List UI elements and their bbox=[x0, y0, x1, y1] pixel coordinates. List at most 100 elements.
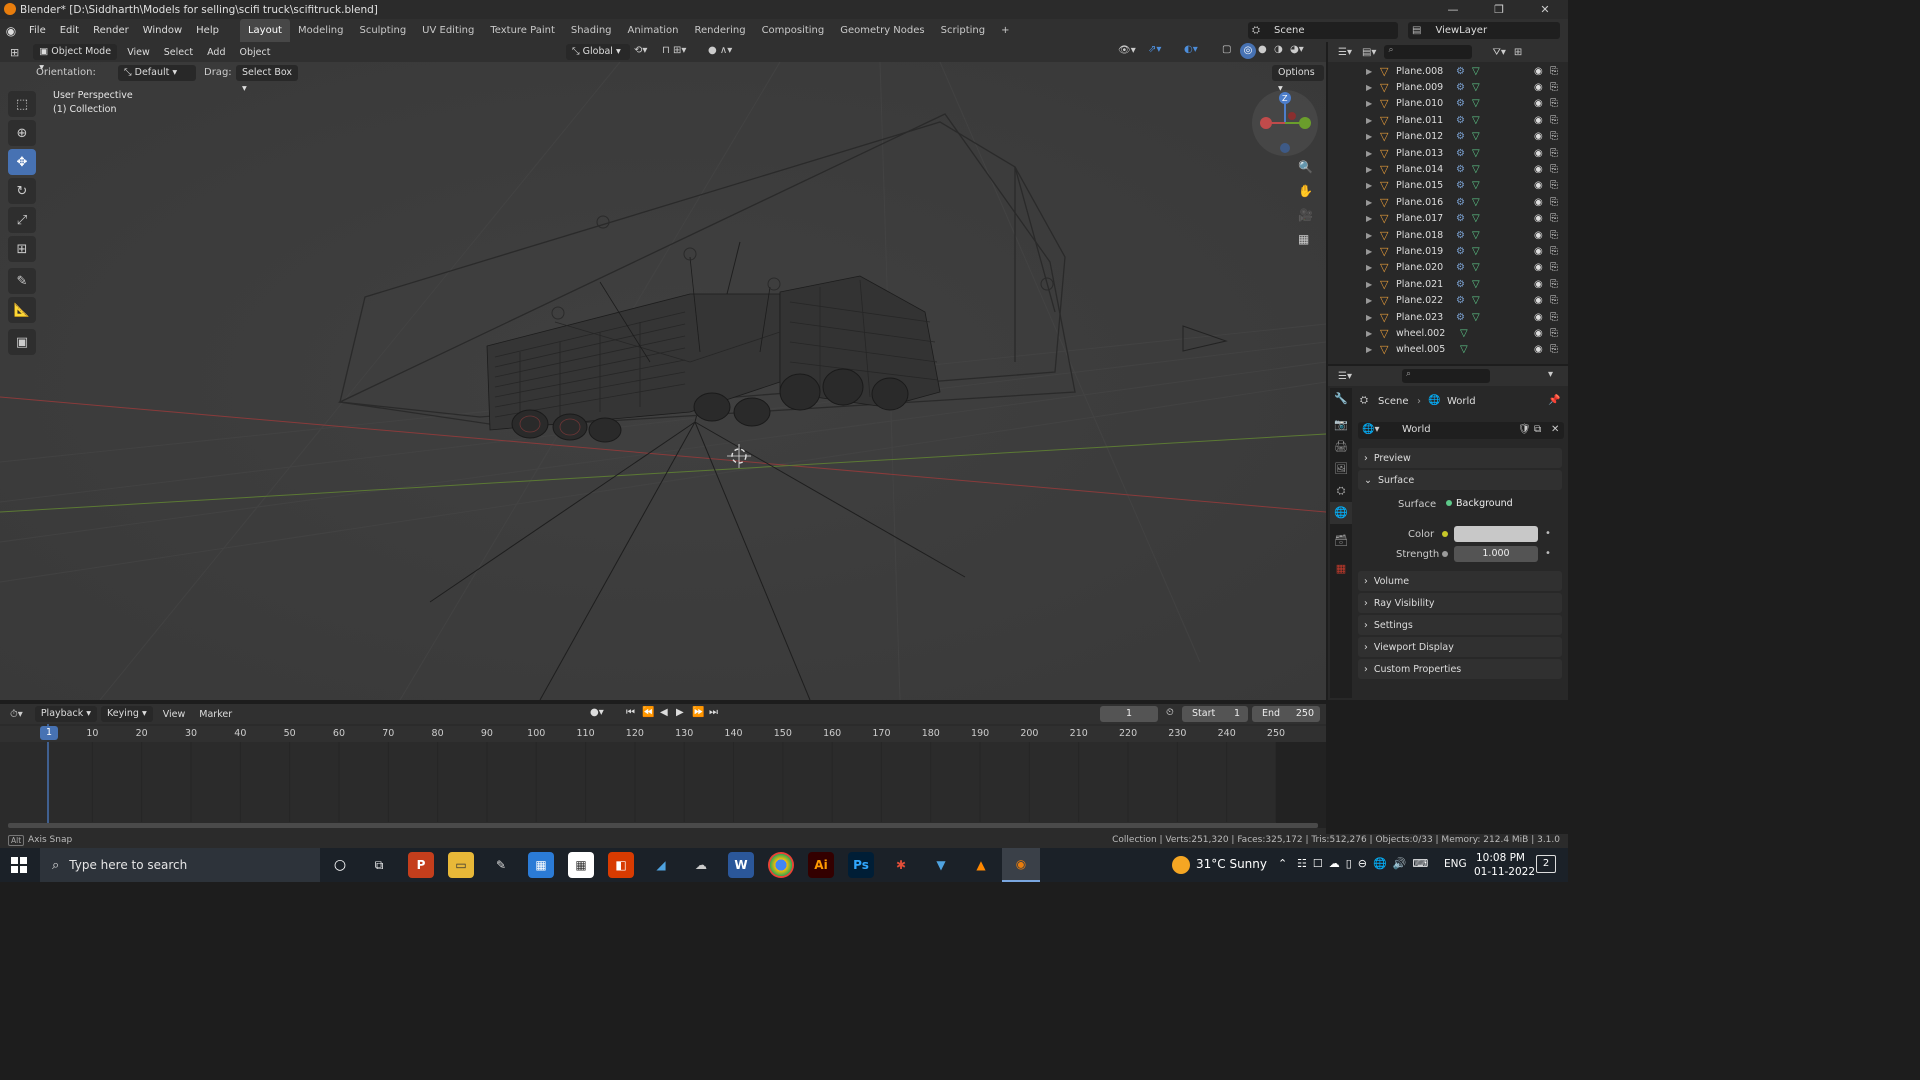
expand-arrow-icon[interactable]: ▶ bbox=[1366, 67, 1372, 76]
photoshop-icon[interactable]: Ps bbox=[848, 852, 874, 878]
close-button[interactable]: ✕ bbox=[1522, 0, 1568, 19]
outliner-editor-icon[interactable]: ☰▾ bbox=[1338, 47, 1352, 58]
app-icon-4[interactable]: ✎ bbox=[488, 852, 514, 878]
keying-menu[interactable]: Keying ▾ bbox=[101, 706, 153, 722]
mesh-data-icon[interactable]: ▽ bbox=[1472, 197, 1480, 208]
material-shading-icon[interactable]: ◑ bbox=[1274, 44, 1283, 55]
annotate-tool-icon[interactable]: ✎ bbox=[8, 268, 36, 294]
view-layer-tab-icon[interactable]: 🖼 bbox=[1330, 458, 1352, 480]
timeline-marker-menu[interactable]: Marker bbox=[199, 709, 232, 720]
jump-end-icon[interactable]: ⏭ bbox=[709, 707, 718, 718]
tab-layout[interactable]: Layout bbox=[239, 19, 290, 42]
outliner-item-name[interactable]: Plane.019 bbox=[1396, 246, 1443, 257]
panel-preview[interactable]: › Preview bbox=[1358, 448, 1562, 468]
output-tab-icon[interactable]: 🖨 bbox=[1330, 436, 1352, 458]
maximize-button[interactable]: ❐ bbox=[1476, 0, 1522, 19]
mesh-data-icon[interactable]: ▽ bbox=[1460, 344, 1468, 355]
outliner-item-name[interactable]: Plane.015 bbox=[1396, 180, 1443, 191]
menu-select[interactable]: Select bbox=[164, 47, 193, 58]
render-camera-icon[interactable]: ⎘ bbox=[1550, 230, 1558, 241]
ortho-toggle-icon[interactable]: ▦ bbox=[1298, 232, 1316, 250]
pan-view-icon[interactable]: ✋ bbox=[1298, 184, 1316, 202]
record-icon[interactable]: ●▾ bbox=[590, 707, 604, 718]
app-icon-8[interactable]: ◢ bbox=[648, 852, 674, 878]
properties-editor-icon[interactable]: ☰▾ bbox=[1338, 371, 1352, 382]
outliner-item-name[interactable]: wheel.002 bbox=[1396, 328, 1445, 339]
end-frame-field[interactable]: End 250 bbox=[1252, 706, 1320, 722]
language-indicator[interactable]: ENG bbox=[1444, 858, 1467, 870]
outliner-item-name[interactable]: Plane.008 bbox=[1396, 66, 1443, 77]
outliner-item-name[interactable]: Plane.021 bbox=[1396, 279, 1443, 290]
menu-help[interactable]: Help bbox=[189, 19, 226, 42]
preview-range-icon[interactable]: ⏲ bbox=[1166, 707, 1174, 718]
render-camera-icon[interactable]: ⎘ bbox=[1550, 66, 1558, 77]
proportional-icon[interactable]: ● ∧▾ bbox=[708, 45, 732, 56]
modifier-icon[interactable]: ⚙ bbox=[1456, 312, 1465, 323]
menu-file[interactable]: File bbox=[22, 19, 53, 42]
render-camera-icon[interactable]: ⎘ bbox=[1550, 262, 1558, 273]
camera-view-icon[interactable]: 🎥 bbox=[1298, 208, 1316, 226]
tab-texture-paint[interactable]: Texture Paint bbox=[482, 19, 563, 42]
play-icon[interactable]: ▶ bbox=[676, 707, 684, 718]
expand-arrow-icon[interactable]: ▶ bbox=[1366, 231, 1372, 240]
chrome-icon[interactable] bbox=[768, 852, 794, 878]
menu-view[interactable]: View bbox=[127, 47, 150, 58]
outliner-row[interactable]: ▶ ▽ Plane.023 ⚙ ▽ ◉ ⎘ bbox=[1328, 309, 1568, 325]
blender-menu-icon[interactable]: ◉ bbox=[0, 24, 22, 38]
outliner-row[interactable]: ▶ ▽ Plane.020 ⚙ ▽ ◉ ⎘ bbox=[1328, 260, 1568, 276]
weather-icon[interactable] bbox=[1172, 856, 1190, 874]
timeline-view-menu[interactable]: View bbox=[163, 709, 186, 720]
outliner-row[interactable]: ▶ ▽ wheel.005 ▽ ◉ ⎘ bbox=[1328, 342, 1568, 358]
expand-arrow-icon[interactable]: ▶ bbox=[1366, 329, 1372, 338]
outliner-item-name[interactable]: Plane.018 bbox=[1396, 230, 1443, 241]
playback-menu[interactable]: Playback ▾ bbox=[34, 706, 98, 722]
frame-ruler[interactable]: 10 20 30 40 50 60 70 80 90 100 110 120 130 140 150 160 1… bbox=[0, 726, 1326, 742]
render-camera-icon[interactable]: ⎘ bbox=[1550, 131, 1558, 142]
expand-arrow-icon[interactable]: ▶ bbox=[1366, 83, 1372, 92]
mesh-data-icon[interactable]: ▽ bbox=[1472, 164, 1480, 175]
tab-animation[interactable]: Animation bbox=[620, 19, 687, 42]
expand-arrow-icon[interactable]: ▶ bbox=[1366, 345, 1372, 354]
panel-surface[interactable]: ⌄ Surface bbox=[1358, 470, 1562, 490]
modifier-icon[interactable]: ⚙ bbox=[1456, 180, 1465, 191]
render-camera-icon[interactable]: ⎘ bbox=[1550, 98, 1558, 109]
modifier-icon[interactable]: ⚙ bbox=[1456, 213, 1465, 224]
jump-start-icon[interactable]: ⏮ bbox=[626, 707, 635, 718]
visibility-eye-icon[interactable]: ◉ bbox=[1534, 230, 1543, 241]
taskbar-search-box[interactable]: ⌕ Type here to search bbox=[40, 848, 320, 882]
timeline-editor-icon[interactable]: ⏱▾ bbox=[10, 709, 23, 720]
windows-start-icon[interactable] bbox=[11, 857, 27, 873]
move-tool-icon[interactable]: ✥ bbox=[8, 149, 36, 175]
mesh-data-icon[interactable]: ▽ bbox=[1472, 180, 1480, 191]
visibility-eye-icon[interactable]: ◉ bbox=[1534, 213, 1543, 224]
mesh-data-icon[interactable]: ▽ bbox=[1472, 312, 1480, 323]
transform-orientation-dropdown[interactable]: ⤡ Global ▾ bbox=[566, 44, 630, 60]
render-camera-icon[interactable]: ⎘ bbox=[1550, 344, 1558, 355]
visibility-eye-icon[interactable]: ◉ bbox=[1534, 98, 1543, 109]
modifier-icon[interactable]: ⚙ bbox=[1456, 262, 1465, 273]
visibility-eye-icon[interactable]: ◉ bbox=[1534, 131, 1543, 142]
expand-arrow-icon[interactable]: ▶ bbox=[1366, 280, 1372, 289]
mesh-data-icon[interactable]: ▽ bbox=[1472, 131, 1480, 142]
cortana-icon[interactable]: ○ bbox=[327, 852, 353, 878]
mesh-data-icon[interactable]: ▽ bbox=[1472, 295, 1480, 306]
render-camera-icon[interactable]: ⎘ bbox=[1550, 295, 1558, 306]
tab-modeling[interactable]: Modeling bbox=[290, 19, 352, 42]
render-tab-icon[interactable]: 📷 bbox=[1330, 414, 1352, 436]
collapse-icon[interactable]: ▾ bbox=[1548, 369, 1553, 380]
mesh-data-icon[interactable]: ▽ bbox=[1472, 246, 1480, 257]
weather-text[interactable]: 31°C Sunny bbox=[1196, 857, 1267, 871]
expand-arrow-icon[interactable]: ▶ bbox=[1366, 263, 1372, 272]
tab-scripting[interactable]: Scripting bbox=[933, 19, 993, 42]
snap-icon[interactable]: ⊓ ⊞▾ bbox=[662, 45, 686, 56]
app-icon-9[interactable]: ☁ bbox=[688, 852, 714, 878]
world-name-field[interactable]: World bbox=[1402, 424, 1431, 435]
outliner-item-name[interactable]: Plane.014 bbox=[1396, 164, 1443, 175]
tab-sculpting[interactable]: Sculpting bbox=[351, 19, 414, 42]
menu-window[interactable]: Window bbox=[136, 19, 189, 42]
cursor-tool-icon[interactable]: ⊕ bbox=[8, 120, 36, 146]
visibility-eye-icon[interactable]: ◉ bbox=[1534, 312, 1543, 323]
mesh-data-icon[interactable]: ▽ bbox=[1472, 148, 1480, 159]
outliner-row[interactable]: ▶ ▽ Plane.008 ⚙ ▽ ◉ ⎘ bbox=[1328, 63, 1568, 79]
surface-shader-field[interactable]: Background bbox=[1440, 496, 1538, 512]
